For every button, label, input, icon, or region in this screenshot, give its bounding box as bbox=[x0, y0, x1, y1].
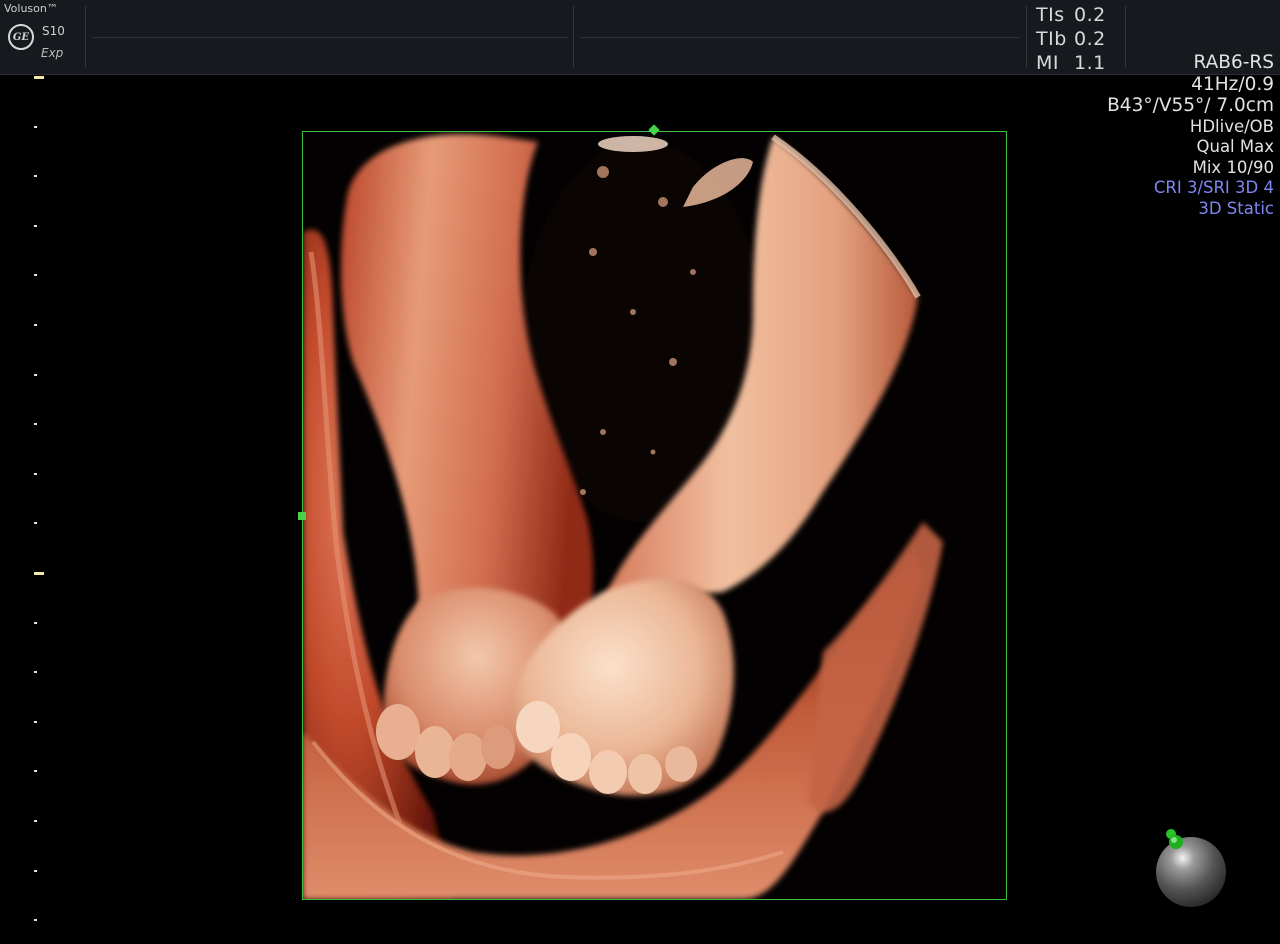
cri-sri-label: CRI 3/SRI 3D 4 bbox=[1153, 178, 1274, 197]
mode-label: Exp bbox=[41, 46, 64, 60]
ruler-minor-tick bbox=[34, 869, 37, 872]
ruler-minor-tick bbox=[34, 621, 37, 624]
ruler-minor-tick bbox=[34, 522, 37, 525]
ruler-minor-tick bbox=[34, 175, 37, 178]
index-value: 0.2 bbox=[1074, 4, 1106, 26]
ruler-minor-tick bbox=[34, 820, 37, 822]
ruler-minor-tick bbox=[34, 373, 37, 376]
header-bar: Voluson™ GE S10 Exp TIs 0.2 TIb 0.2 MI 1.1 bbox=[0, 0, 1280, 75]
ruler-minor-tick bbox=[34, 423, 37, 426]
render-mode-label: HDlive/OB bbox=[1189, 116, 1274, 136]
ge-logo-icon: GE bbox=[8, 24, 34, 50]
index-label: TIs bbox=[1036, 4, 1065, 26]
logo-text: GE bbox=[12, 31, 30, 43]
quality-label: Qual Max bbox=[1196, 137, 1275, 156]
index-label: TIb bbox=[1036, 28, 1067, 50]
parameter-panel: RAB6-RS 41Hz/0.9 B43°/V55°/ 7.0cm HDlive… bbox=[1107, 52, 1274, 219]
geometry-label: B43°/V55°/ 7.0cm bbox=[1107, 95, 1274, 116]
render-view[interactable] bbox=[302, 131, 1007, 900]
model-label: S10 bbox=[42, 24, 65, 38]
header-divider bbox=[573, 6, 574, 68]
ruler-minor-tick bbox=[34, 770, 37, 773]
ruler-minor-tick bbox=[34, 720, 37, 723]
ruler-minor-tick bbox=[34, 472, 37, 475]
header-divider bbox=[85, 6, 86, 68]
index-value: 1.1 bbox=[1074, 52, 1106, 74]
ruler-major-tick bbox=[34, 572, 44, 575]
ruler-minor-tick bbox=[34, 671, 37, 674]
acq-mode-label: 3D Static bbox=[1198, 198, 1274, 218]
ruler-minor-tick bbox=[34, 274, 37, 277]
header-field-line bbox=[92, 37, 568, 38]
index-value: 0.2 bbox=[1074, 28, 1106, 50]
index-tib: TIb 0.2 bbox=[1036, 28, 1106, 50]
fetal-feet-render bbox=[303, 132, 1006, 899]
box-handle-left[interactable] bbox=[298, 512, 306, 520]
ruler-major-tick bbox=[34, 76, 44, 79]
probe-label: RAB6-RS bbox=[1193, 52, 1275, 73]
ruler-minor-tick bbox=[34, 324, 37, 326]
index-tis: TIs 0.2 bbox=[1036, 4, 1106, 26]
header-divider bbox=[1026, 6, 1027, 68]
ruler-minor-tick bbox=[34, 125, 37, 128]
header-field-line bbox=[580, 37, 1020, 38]
ruler-minor-tick bbox=[34, 919, 37, 922]
orientation-pin-icon bbox=[1166, 829, 1183, 849]
ruler-minor-tick bbox=[34, 224, 37, 227]
index-label: MI bbox=[1036, 52, 1059, 74]
index-mi: MI 1.1 bbox=[1036, 52, 1106, 74]
mix-label: Mix 10/90 bbox=[1192, 157, 1274, 177]
frame-rate-label: 41Hz/0.9 bbox=[1191, 73, 1274, 95]
brand-label: Voluson™ bbox=[4, 2, 58, 15]
